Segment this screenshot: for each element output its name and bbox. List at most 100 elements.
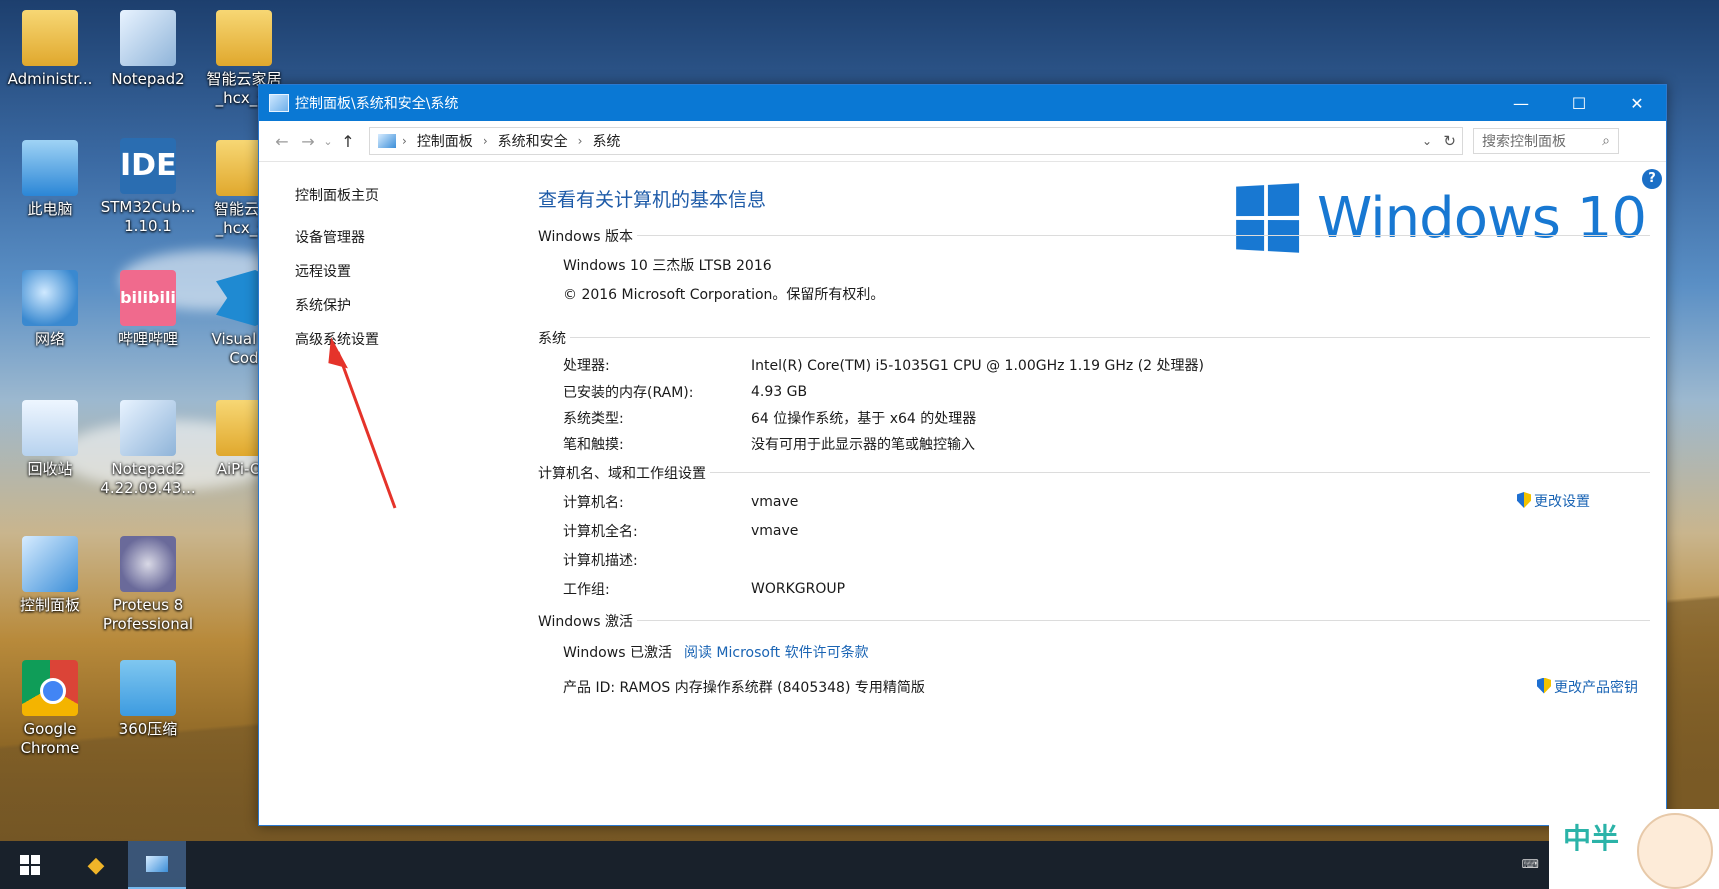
section-edition: Windows 版本	[538, 226, 1650, 246]
tray-keyboard-icon[interactable]: ⌨	[1522, 857, 1539, 871]
address-dropdown-icon[interactable]: ⌄	[1422, 134, 1432, 148]
folder-icon	[216, 10, 272, 66]
bilibili-icon: bilibili	[120, 270, 176, 326]
nav-control-panel-home[interactable]: 控制面板主页	[295, 185, 379, 205]
desktop-icon-notepad2-installer[interactable]: Notepad2 4.22.09.43...	[100, 400, 196, 498]
section-activation: Windows 激活	[538, 611, 1650, 631]
page-title: 查看有关计算机的基本信息	[538, 189, 767, 211]
desktop-icon-360zip[interactable]: 360压缩	[100, 660, 196, 739]
taskbar: ◆ ⌨	[0, 841, 1719, 889]
search-input[interactable]: 搜索控制面板 ⌕	[1473, 128, 1619, 154]
notepad-icon	[120, 10, 176, 66]
watermark-sticker: 中半	[1549, 809, 1719, 889]
change-settings-label: 更改设置	[1534, 494, 1590, 510]
taskbar-app-tool[interactable]: ◆	[70, 841, 122, 889]
nav-advanced-system-settings[interactable]: 高级系统设置	[295, 329, 379, 349]
recycle-bin-icon	[22, 400, 78, 456]
row-value: vmave	[751, 522, 799, 539]
control-panel-icon	[269, 94, 289, 112]
row-label: 笔和触摸:	[563, 437, 624, 453]
user-folder-icon	[22, 10, 78, 66]
up-arrow-icon[interactable]: ↑	[335, 132, 361, 151]
row-value: 64 位操作系统，基于 x64 的处理器	[751, 411, 977, 427]
recent-locations-chevron-icon[interactable]: ⌄	[321, 135, 335, 148]
ide-icon: IDE	[120, 138, 177, 194]
breadcrumb-system-security[interactable]: 系统和安全	[498, 131, 568, 151]
taskbar-app-system[interactable]	[128, 841, 186, 889]
address-bar: ← → ⌄ ↑ › 控制面板 › 系统和安全 › 系统 ⌄ ↻ 搜索控制面板 ⌕	[259, 121, 1666, 162]
window-title: 控制面板\系统和安全\系统	[295, 96, 459, 112]
desktop-icon-notepad2[interactable]: Notepad2	[100, 10, 196, 89]
copyright: © 2016 Microsoft Corporation。保留所有权利。	[538, 279, 1650, 308]
product-id: 产品 ID: RAMOS 内存操作系统群 (8405348) 专用精简版	[563, 679, 925, 696]
section-computer-name: 计算机名、域和工作组设置	[538, 463, 1650, 483]
network-globe-icon	[22, 270, 78, 326]
start-button[interactable]	[4, 841, 56, 889]
row-label: 计算机全名:	[563, 523, 638, 540]
row-label: 计算机名:	[563, 494, 624, 511]
desktop-icon-proteus[interactable]: Proteus 8 Professional	[100, 536, 196, 634]
row-value: 没有可用于此显示器的笔或触控输入	[751, 437, 975, 453]
row-value: vmave	[751, 493, 799, 510]
desktop-icon-recycle-bin[interactable]: 回收站	[2, 400, 98, 479]
computer-row: 计算机全名: vmave	[538, 516, 1650, 545]
section-system: 系统	[538, 328, 1650, 348]
breadcrumb-chevron-icon[interactable]: ›	[578, 134, 583, 148]
app-tool-icon: ◆	[87, 852, 105, 878]
breadcrumb-chevron-icon[interactable]: ›	[402, 134, 407, 148]
cartoon-face-icon	[1637, 813, 1713, 889]
desktop-icon-this-pc[interactable]: 此电脑	[2, 140, 98, 219]
chrome-icon	[22, 660, 78, 716]
search-icon: ⌕	[1602, 133, 1610, 149]
desktop-icon-control-panel[interactable]: 控制面板	[2, 536, 98, 615]
zip-archive-icon	[120, 660, 176, 716]
desktop-icon-chrome[interactable]: Google Chrome	[2, 660, 98, 758]
computer-icon	[22, 140, 78, 196]
forward-arrow-icon[interactable]: →	[295, 132, 321, 151]
title-bar[interactable]: 控制面板\系统和安全\系统 — ☐ ✕	[259, 85, 1666, 121]
desktop-icon-stm32cube[interactable]: IDE STM32Cub... 1.10.1	[100, 138, 196, 236]
computer-row: 工作组: WORKGROUP	[538, 574, 1650, 603]
nav-system-protection[interactable]: 系统保护	[295, 295, 379, 315]
nav-device-manager[interactable]: 设备管理器	[295, 227, 379, 247]
row-label: 系统类型:	[563, 411, 624, 427]
desktop-icon-bilibili[interactable]: bilibili 哔哩哔哩	[100, 270, 196, 349]
desktop-icon-network[interactable]: 网络	[2, 270, 98, 349]
section-edition-title: Windows 版本	[538, 229, 637, 245]
breadcrumb[interactable]: › 控制面板 › 系统和安全 › 系统 ⌄ ↻	[369, 127, 1463, 155]
activation-row: Windows 已激活 阅读 Microsoft 软件许可条款	[538, 637, 1650, 666]
close-button[interactable]: ✕	[1608, 85, 1666, 121]
change-product-key-link[interactable]: 更改产品密钥	[1537, 677, 1638, 697]
back-arrow-icon[interactable]: ←	[269, 132, 295, 151]
section-activation-title: Windows 激活	[538, 614, 637, 630]
change-settings-link[interactable]: 更改设置	[1517, 491, 1590, 511]
row-value: 4.93 GB	[751, 384, 808, 400]
breadcrumb-chevron-icon[interactable]: ›	[483, 134, 488, 148]
left-navigation: 控制面板主页 设备管理器 远程设置 系统保护 高级系统设置	[295, 185, 379, 363]
computer-row: 计算机描述:	[538, 545, 1650, 574]
desktop-icon-administrator[interactable]: Administr...	[2, 10, 98, 89]
license-terms-link[interactable]: 阅读 Microsoft 软件许可条款	[684, 642, 869, 662]
proteus-icon	[120, 536, 176, 592]
uac-shield-icon	[1537, 677, 1551, 694]
refresh-icon[interactable]: ↻	[1443, 132, 1456, 150]
edition-name-text: Windows 10 三杰版 LTSB 2016	[563, 257, 772, 274]
maximize-button[interactable]: ☐	[1550, 85, 1608, 121]
row-label: 工作组:	[563, 581, 610, 598]
change-product-key-label: 更改产品密钥	[1554, 679, 1638, 696]
product-id-row: 产品 ID: RAMOS 内存操作系统群 (8405348) 专用精简版 更改产…	[538, 672, 1650, 701]
computer-row: 计算机名: vmave	[538, 487, 1650, 516]
row-value: WORKGROUP	[751, 580, 846, 597]
system-row: 笔和触摸: 没有可用于此显示器的笔或触控输入	[538, 431, 1650, 457]
control-panel-icon	[146, 856, 168, 872]
breadcrumb-system[interactable]: 系统	[592, 131, 620, 151]
system-row: 已安装的内存(RAM): 4.93 GB	[538, 379, 1650, 405]
minimize-button[interactable]: —	[1492, 85, 1550, 121]
row-label: 计算机描述:	[563, 552, 638, 569]
breadcrumb-control-panel[interactable]: 控制面板	[417, 131, 473, 151]
system-row: 系统类型: 64 位操作系统，基于 x64 的处理器	[538, 405, 1650, 431]
system-row: 处理器: Intel(R) Core(TM) i5-1035G1 CPU @ 1.…	[538, 350, 1650, 379]
nav-remote-settings[interactable]: 远程设置	[295, 261, 379, 281]
row-value: Intel(R) Core(TM) i5-1035G1 CPU @ 1.00GH…	[751, 357, 1204, 374]
main-content: 查看有关计算机的基本信息 Windows 版本 Windows 10 三杰版 L…	[538, 185, 1650, 701]
